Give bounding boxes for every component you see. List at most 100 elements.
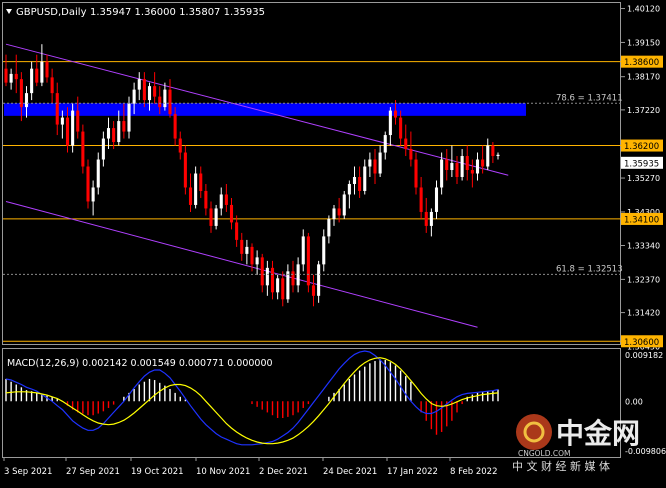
- candle-body: [363, 166, 367, 191]
- date-tick-label: 24 Dec 2021: [323, 467, 377, 477]
- candle-body: [106, 128, 111, 139]
- candle-body: [265, 267, 269, 286]
- candle-body: [50, 77, 54, 94]
- candle-body: [117, 121, 121, 143]
- chart-root: 78.6 = 1.37411 61.8 = 1.32513 1.40120 1.39…: [0, 0, 666, 484]
- candle-body: [496, 154, 500, 157]
- candle-body: [440, 159, 444, 188]
- date-tick-label: 17 Jan 2022: [387, 467, 438, 477]
- candle-body: [91, 187, 95, 202]
- candle-body: [399, 117, 403, 139]
- candle-body: [142, 79, 146, 101]
- candle-body: [55, 93, 59, 125]
- current-price-label: 1.35935: [621, 156, 663, 169]
- candle-body: [194, 173, 198, 205]
- candle-body: [35, 68, 39, 83]
- candle-body: [214, 208, 218, 226]
- candle-body: [30, 68, 34, 94]
- fib-level-label: 78.6 = 1.37411: [556, 93, 623, 103]
- candle-body: [255, 257, 259, 265]
- candle-body: [358, 176, 362, 191]
- candle-body: [224, 194, 228, 205]
- candle-body: [168, 89, 172, 115]
- candle-body: [409, 149, 413, 160]
- chart-header: GBPUSD,Daily 1.35947 1.36000 1.35807 1.3…: [6, 7, 265, 18]
- candle-body: [14, 73, 18, 80]
- candle-body: [9, 73, 13, 83]
- date-tick-label: 3 Sep 2021: [4, 467, 52, 477]
- candle-body: [122, 121, 126, 132]
- candle-body: [450, 163, 454, 171]
- level-label-text: 1.34100: [624, 215, 659, 225]
- candle-body: [127, 103, 131, 132]
- candle-body: [347, 183, 351, 195]
- fib-level-label: 61.8 = 1.32513: [556, 264, 623, 274]
- candle: [183, 145, 187, 195]
- candle-body: [291, 271, 295, 286]
- candle-body: [414, 159, 418, 188]
- candle-body: [404, 138, 408, 150]
- candle-body: [71, 110, 75, 146]
- candle-body: [337, 208, 341, 216]
- watermark-brand-cn: 中金网: [556, 417, 640, 450]
- candle-body: [352, 176, 357, 184]
- macd-header: MACD(12,26,9) 0.002142 0.001549 0.000771…: [7, 358, 273, 369]
- candle-body: [419, 187, 423, 212]
- candle-body: [112, 128, 116, 143]
- candle-body: [65, 117, 70, 146]
- candle-body: [301, 236, 305, 265]
- level-labels-layer: 1.38600 1.36200 1.34100 1.30600 1.35935: [621, 55, 663, 348]
- price-tick-label: 1.37220: [627, 106, 660, 115]
- candle-body: [163, 89, 167, 108]
- ohlc-values: 1.35947 1.36000 1.35807 1.35935: [90, 7, 265, 18]
- candle-body: [260, 257, 264, 286]
- watermark-brand-url: CNGOLD.COM: [518, 449, 571, 458]
- candle-body: [383, 135, 387, 153]
- candle-body: [378, 152, 382, 174]
- level-label: 1.30600: [621, 335, 663, 348]
- candle-body: [45, 61, 49, 78]
- chart-svg: 78.6 = 1.37411 61.8 = 1.32513 1.40120 1.39…: [2, 2, 666, 477]
- candle-body: [270, 267, 275, 293]
- candle-body: [147, 86, 152, 101]
- price-tick-label: 1.32370: [627, 275, 660, 284]
- date-tick-label: 19 Oct 2021: [131, 467, 184, 477]
- candle: [86, 159, 90, 209]
- level-label: 1.38600: [621, 55, 663, 68]
- candle-body: [96, 159, 100, 188]
- candle-body: [229, 204, 234, 223]
- watermark-tagline: 中 文 财 经 新 媒 体: [512, 459, 610, 473]
- price-tick-label: 1.31420: [627, 309, 660, 318]
- candle-body: [393, 110, 398, 118]
- main-panel-frame: [2, 2, 621, 345]
- price-tick-label: 1.39150: [627, 38, 660, 47]
- candle-body: [24, 93, 29, 108]
- candle-body: [465, 156, 469, 171]
- candle-body: [158, 96, 162, 108]
- candle-body: [235, 222, 239, 240]
- candle-body: [173, 114, 177, 139]
- candle-body: [388, 110, 392, 136]
- candle-body: [86, 166, 90, 202]
- candle-body: [178, 138, 182, 153]
- candle-body: [40, 61, 44, 83]
- candle-body: [460, 156, 464, 177]
- candle-body: [209, 208, 213, 226]
- price-tick-label: 1.33340: [627, 241, 660, 250]
- candle-body: [332, 208, 336, 219]
- watermark-logo-icon: [516, 414, 552, 450]
- current-price-text: 1.35935: [624, 159, 659, 169]
- candle-body: [306, 236, 310, 286]
- candle-body: [434, 187, 439, 212]
- candle-body: [322, 236, 326, 265]
- candle-body: [245, 246, 249, 254]
- candle-body: [281, 278, 285, 300]
- candle-body: [327, 218, 331, 237]
- candle-body: [368, 159, 372, 167]
- candle-body: [276, 278, 280, 293]
- candle-body: [475, 159, 480, 174]
- candle-body: [183, 152, 187, 188]
- candle-body: [132, 89, 136, 104]
- date-tick-label: 8 Feb 2022: [450, 467, 498, 477]
- candle-body: [250, 246, 254, 265]
